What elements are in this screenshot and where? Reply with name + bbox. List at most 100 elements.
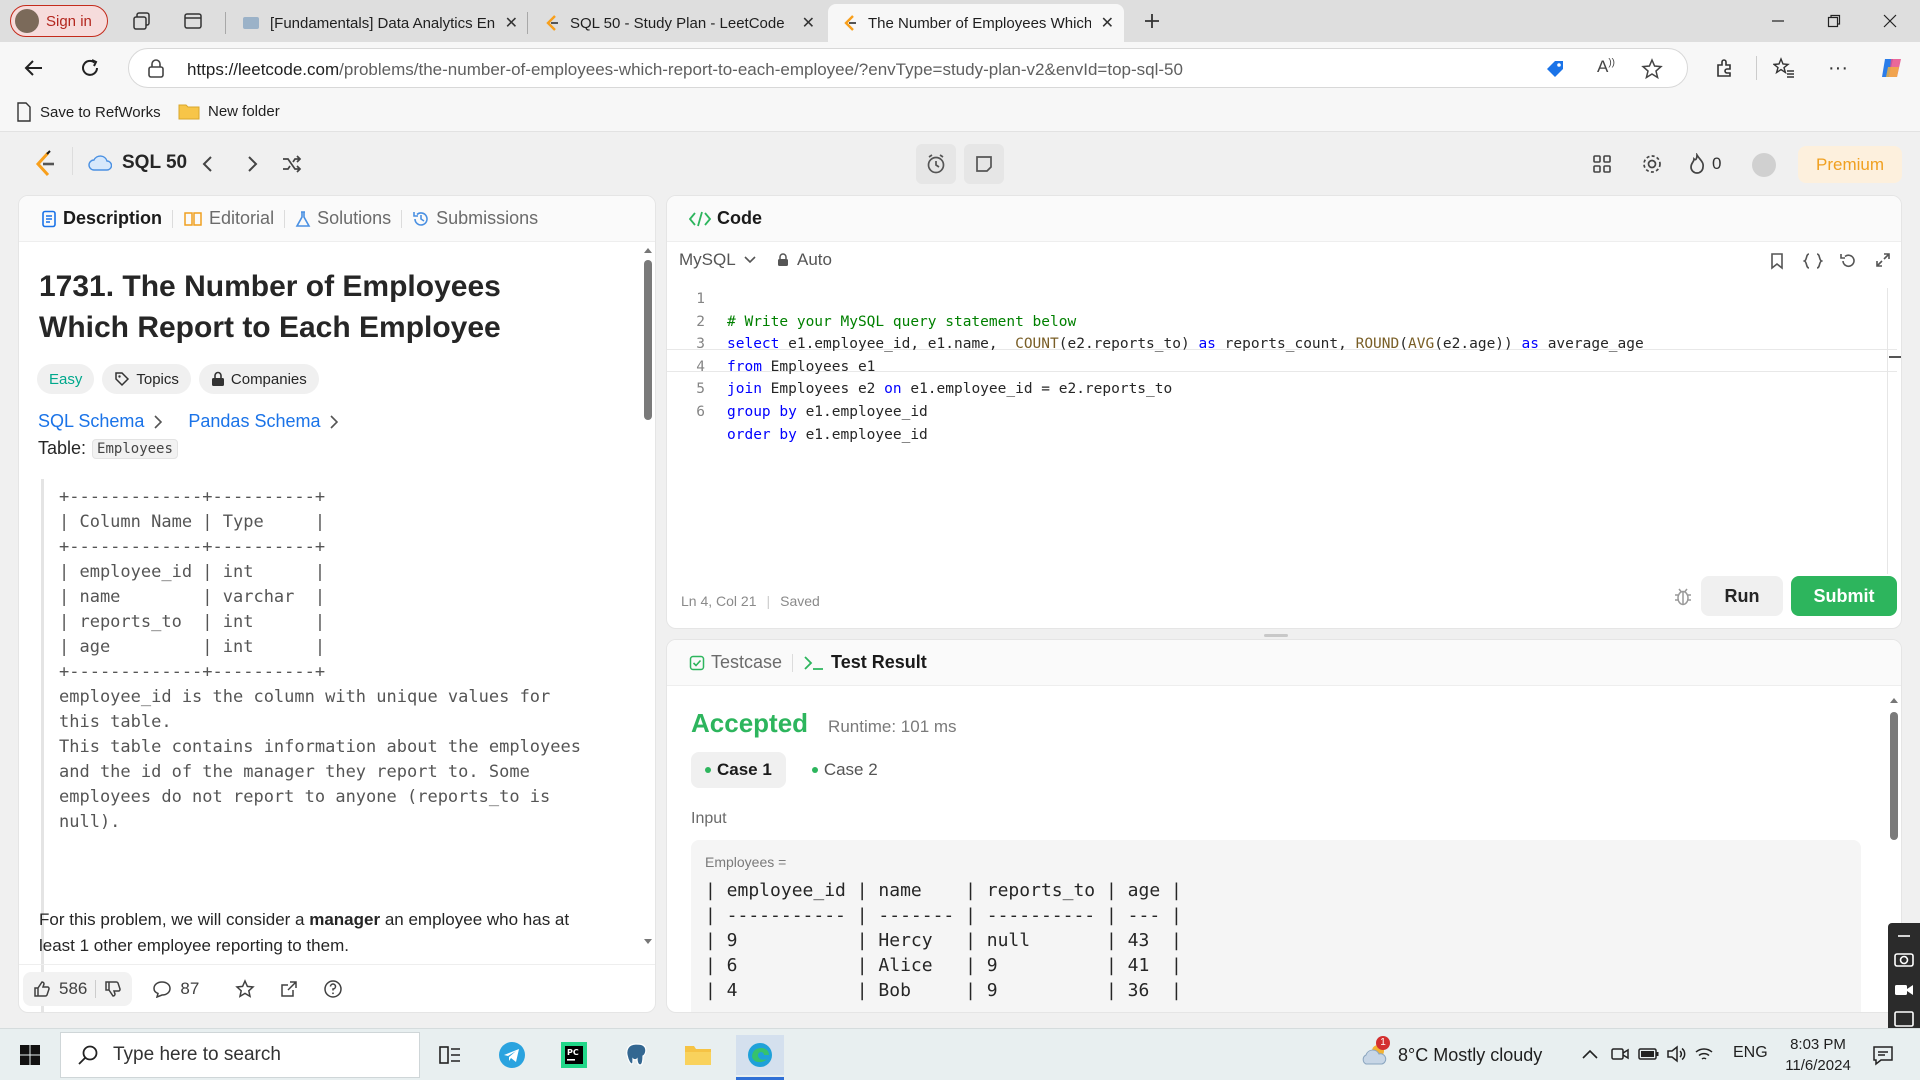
- tab-test-result[interactable]: Test Result: [795, 652, 935, 673]
- tab-testcase[interactable]: Testcase: [681, 652, 790, 673]
- video-camera-icon[interactable]: [1894, 983, 1914, 997]
- sql-schema-link[interactable]: SQL Schema: [38, 411, 163, 432]
- sign-in-label: Sign in: [46, 12, 92, 30]
- svg-text:PC: PC: [567, 1048, 579, 1057]
- favorite-save-to-refworks[interactable]: Save to RefWorks: [16, 102, 161, 122]
- copilot-icon[interactable]: [1872, 48, 1912, 88]
- streak-counter[interactable]: 0: [1688, 153, 1721, 175]
- telegram-icon[interactable]: [488, 1035, 536, 1075]
- browser-tab-3-active[interactable]: The Number of Employees Which ✕: [828, 4, 1124, 42]
- prev-problem-chevron-icon[interactable]: [188, 144, 228, 184]
- weather-widget[interactable]: 1 8°C Mostly cloudy: [1360, 1036, 1542, 1068]
- volume-icon[interactable]: [1666, 1045, 1686, 1063]
- window-icon[interactable]: [1894, 1011, 1914, 1027]
- camera-icon[interactable]: [1894, 951, 1914, 967]
- star-icon[interactable]: [235, 978, 256, 999]
- table-prefix: Table:: [38, 438, 87, 458]
- tab-label: Editorial: [209, 208, 275, 228]
- timer-icon[interactable]: [916, 144, 956, 184]
- sign-in-button[interactable]: Sign in: [10, 5, 108, 37]
- more-options-icon[interactable]: ···: [1818, 48, 1858, 88]
- result-panel: Testcase Test Result Accepted Runtime: 1…: [666, 639, 1902, 1013]
- description-scrollbar[interactable]: [643, 246, 653, 946]
- reset-icon[interactable]: [1839, 252, 1857, 270]
- next-problem-chevron-icon[interactable]: [232, 144, 272, 184]
- lock-icon: [778, 253, 788, 266]
- panel-resize-handle[interactable]: [1264, 634, 1288, 637]
- topics-button[interactable]: Topics: [102, 364, 191, 394]
- taskbar-search-input[interactable]: Type here to search: [60, 1032, 420, 1078]
- refresh-icon[interactable]: [70, 48, 110, 88]
- postgresql-icon[interactable]: [612, 1035, 660, 1075]
- favorites-icon[interactable]: [1764, 48, 1804, 88]
- code-editor[interactable]: 123456 # Write your MySQL query statemen…: [667, 288, 1901, 574]
- leetcode-logo-icon[interactable]: [33, 150, 57, 178]
- run-button[interactable]: Run: [1701, 576, 1783, 616]
- share-icon[interactable]: [279, 979, 299, 999]
- url-input[interactable]: https://leetcode.com/problems/the-number…: [128, 48, 1688, 88]
- battery-icon[interactable]: [1638, 1046, 1660, 1062]
- favorite-star-icon[interactable]: [1641, 58, 1663, 80]
- pycharm-icon[interactable]: PC: [550, 1035, 598, 1075]
- tab-submissions[interactable]: Submissions: [404, 208, 546, 229]
- code-line-6: order by e1.employee_id: [727, 426, 928, 443]
- new-tab-icon[interactable]: [1132, 1, 1172, 41]
- browser-tab-1[interactable]: [Fundamentals] Data Analytics En ✕: [228, 4, 528, 42]
- restore-icon[interactable]: [1806, 0, 1862, 42]
- windows-start-icon[interactable]: [6, 1035, 54, 1075]
- debug-bug-icon[interactable]: [1673, 585, 1693, 607]
- line-numbers: 123456: [696, 291, 705, 420]
- comments-button[interactable]: 87: [152, 979, 199, 999]
- file-explorer-icon[interactable]: [674, 1035, 722, 1075]
- companies-label: Companies: [230, 370, 307, 388]
- tab-editorial[interactable]: Editorial: [175, 208, 282, 229]
- link-icon[interactable]: [1895, 929, 1913, 943]
- expand-icon[interactable]: [1875, 252, 1891, 268]
- language-select[interactable]: MySQL: [679, 250, 756, 270]
- clock[interactable]: 8:03 PM 11/6/2024: [1780, 1034, 1856, 1076]
- bookmark-icon[interactable]: [1769, 252, 1785, 270]
- notes-icon[interactable]: [964, 144, 1004, 184]
- favorite-new-folder[interactable]: New folder: [178, 102, 280, 120]
- pandas-schema-link[interactable]: Pandas Schema: [188, 411, 339, 432]
- settings-gear-icon[interactable]: [1632, 144, 1672, 184]
- favorite-label: Save to RefWorks: [40, 103, 161, 121]
- edge-browser-icon[interactable]: [736, 1035, 784, 1075]
- layout-grid-icon[interactable]: [1582, 144, 1622, 184]
- companies-button[interactable]: Companies: [198, 364, 319, 394]
- extensions-icon[interactable]: [1705, 48, 1745, 88]
- workspaces-icon[interactable]: [122, 1, 162, 41]
- shuffle-icon[interactable]: [272, 144, 312, 184]
- lock-icon[interactable]: [147, 59, 165, 79]
- auto-mode-toggle[interactable]: Auto: [777, 250, 832, 270]
- tab-actions-icon[interactable]: [173, 1, 213, 41]
- read-aloud-icon[interactable]: A)): [1597, 57, 1615, 77]
- tab-code[interactable]: Code: [681, 208, 770, 229]
- task-view-icon[interactable]: [426, 1035, 474, 1075]
- help-icon[interactable]: [323, 979, 343, 999]
- case-1-tab[interactable]: Case 1: [691, 752, 786, 788]
- thumbs-down-icon[interactable]: [104, 980, 122, 998]
- format-braces-icon[interactable]: [1803, 253, 1823, 269]
- study-plan-link[interactable]: SQL 50: [88, 152, 187, 174]
- case-2-tab[interactable]: Case 2: [798, 752, 892, 788]
- meet-now-icon[interactable]: [1610, 1045, 1630, 1063]
- wifi-icon[interactable]: [1694, 1045, 1714, 1063]
- shopping-tag-icon[interactable]: [1544, 58, 1566, 80]
- tab-solutions[interactable]: Solutions: [287, 208, 399, 229]
- minimize-icon[interactable]: [1750, 0, 1806, 42]
- browser-tab-2[interactable]: SQL 50 - Study Plan - LeetCode ✕: [530, 4, 825, 42]
- close-tab-icon[interactable]: ✕: [802, 13, 815, 33]
- premium-button[interactable]: Premium: [1798, 146, 1902, 183]
- input-language[interactable]: ENG: [1733, 1044, 1768, 1062]
- thumbs-up-icon[interactable]: [33, 980, 51, 998]
- user-avatar[interactable]: [1752, 153, 1776, 177]
- submit-button[interactable]: Submit: [1791, 576, 1897, 616]
- close-window-icon[interactable]: [1862, 0, 1918, 42]
- close-tab-icon[interactable]: ✕: [1101, 13, 1114, 33]
- back-arrow-icon[interactable]: [14, 48, 54, 88]
- tab-description[interactable]: Description: [33, 208, 170, 229]
- chevron-up-icon[interactable]: [1582, 1049, 1598, 1059]
- close-tab-icon[interactable]: ✕: [505, 13, 518, 33]
- notifications-icon[interactable]: [1872, 1044, 1894, 1066]
